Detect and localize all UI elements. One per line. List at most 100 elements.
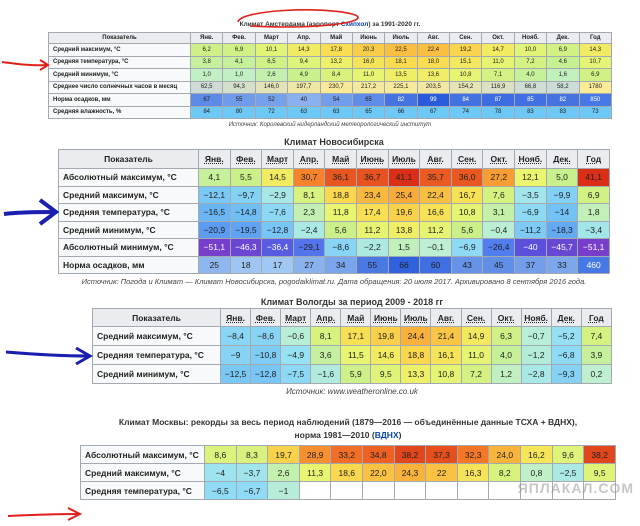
vologda-climate-block: Климат Вологды за период 2009 - 2018 гг …	[92, 296, 613, 400]
data-cell: −2,8	[520, 364, 552, 384]
data-cell: 63	[287, 105, 321, 119]
data-cell: 45	[482, 255, 516, 274]
data-cell: −0,7	[520, 326, 552, 346]
month-header: Нояб.	[514, 149, 547, 169]
data-cell: 5,5	[229, 168, 263, 187]
row-label: Средний максимум, °C	[92, 326, 221, 346]
data-cell: 24,0	[488, 445, 522, 464]
novosibirsk-title: Климат Новосибирска	[284, 137, 384, 147]
data-cell: 6,2	[189, 43, 224, 57]
data-cell: 8,1	[310, 326, 342, 346]
data-cell: 38,2	[583, 445, 616, 464]
row-label: Средняя температура, °C	[58, 203, 199, 222]
data-cell: 66	[384, 105, 418, 119]
data-cell: 10,0	[513, 43, 548, 57]
month-header: Сен.	[448, 32, 483, 44]
data-cell: −26,4	[482, 238, 516, 257]
data-cell: −6,5	[204, 481, 237, 500]
vdnh-link[interactable]: ВДНХ	[375, 430, 399, 440]
header-label: Показатель	[58, 149, 199, 169]
data-cell: −7,5	[280, 364, 312, 384]
month-header: Июль	[400, 308, 432, 327]
table-row: Средний минимум, °C 1,0 1,0 2,6 4,9 8,4 11,0 13…	[48, 68, 612, 82]
data-cell: −6,7	[235, 481, 269, 500]
row-label: Средняя температура, °C	[92, 345, 221, 365]
data-cell: 22,5	[384, 43, 418, 57]
month-header: Июнь	[370, 308, 402, 327]
data-cell: −14	[545, 203, 579, 222]
data-cell: −16,5	[198, 203, 231, 222]
data-cell: 4,9	[287, 68, 321, 82]
data-cell: 34	[324, 255, 358, 274]
data-cell: −14,8	[229, 203, 263, 222]
month-header: Март	[254, 32, 289, 44]
data-cell: 65	[351, 93, 386, 107]
data-cell: −6,9	[514, 203, 547, 222]
data-cell: −12,5	[219, 364, 252, 384]
data-cell: −2,4	[292, 220, 326, 239]
data-cell: 22,4	[419, 185, 452, 204]
data-cell: −6,9	[450, 238, 484, 257]
data-cell: 54	[319, 93, 353, 107]
data-cell: −19,5	[229, 220, 263, 239]
data-cell: 32,3	[456, 445, 490, 464]
data-cell: 22,4	[416, 43, 451, 57]
data-cell: 10,8	[430, 364, 462, 384]
data-cell: −0,1	[419, 238, 452, 257]
data-cell: 11,2	[356, 220, 389, 239]
data-cell: 15,1	[448, 55, 483, 69]
month-header: Март	[261, 149, 294, 169]
schiphol-link[interactable]: Схипхол	[341, 21, 369, 28]
data-cell: 10,1	[254, 43, 289, 57]
row-label: Абсолютный максимум, °C	[58, 168, 199, 187]
data-cell: 5,0	[545, 168, 579, 187]
data-cell: 80	[222, 105, 256, 119]
data-cell: 850	[578, 93, 612, 107]
data-cell: 3,9	[580, 345, 613, 365]
data-cell: −12,8	[250, 364, 282, 384]
data-cell: 16,3	[456, 463, 490, 482]
data-cell: 14,3	[287, 43, 321, 57]
table-row: Норма осадков, мм 25 18 17 27 34 55 66 60 43 45 37 3…	[58, 255, 610, 274]
data-cell: 17	[261, 255, 294, 274]
data-cell: 14,6	[370, 345, 402, 365]
data-cell: −2,9	[261, 185, 294, 204]
data-cell: 13,3	[400, 364, 432, 384]
month-header: Июль	[384, 32, 418, 44]
month-header: Год	[580, 308, 613, 327]
data-cell: 16,2	[520, 445, 553, 464]
month-header: Авг.	[419, 149, 452, 169]
data-cell: 197,7	[287, 80, 321, 94]
data-cell: 6,9	[222, 43, 256, 57]
data-cell: −8,6	[324, 238, 358, 257]
data-cell: 25,4	[387, 185, 421, 204]
data-cell: 6,9	[577, 185, 610, 204]
data-cell: 1,8	[577, 203, 610, 222]
data-cell: 84	[189, 105, 224, 119]
data-cell: 24,4	[400, 326, 432, 346]
data-cell: 1,5	[387, 238, 421, 257]
data-cell: 9,6	[551, 445, 585, 464]
data-cell: 1,6	[546, 68, 580, 82]
data-cell: −1,2	[520, 345, 552, 365]
data-cell: 9,4	[287, 55, 321, 69]
data-cell: 9,5	[583, 463, 616, 482]
data-cell	[330, 481, 364, 500]
data-cell: 4,6	[546, 55, 580, 69]
header-label: Показатель	[92, 308, 221, 327]
data-cell: 63	[319, 105, 353, 119]
data-cell: −18,3	[545, 220, 579, 239]
data-cell: −9,3	[550, 364, 582, 384]
data-cell: 1,0	[222, 68, 256, 82]
month-header: Апр.	[310, 308, 342, 327]
data-cell: 154,2	[448, 80, 483, 94]
data-cell: 17,4	[356, 203, 389, 222]
data-cell: 230,7	[319, 80, 353, 94]
data-cell: 8,2	[488, 463, 522, 482]
vologda-title: Климат Вологды за период 2009 - 2018 гг	[260, 297, 444, 307]
data-cell: 10,7	[578, 55, 612, 69]
data-cell: 67	[416, 105, 451, 119]
data-cell: −10,8	[250, 345, 282, 365]
table-row: Средняя температура, °C −9 −10,8 −4,9 3,6 11,…	[92, 345, 613, 365]
data-cell: 58,2	[546, 80, 580, 94]
